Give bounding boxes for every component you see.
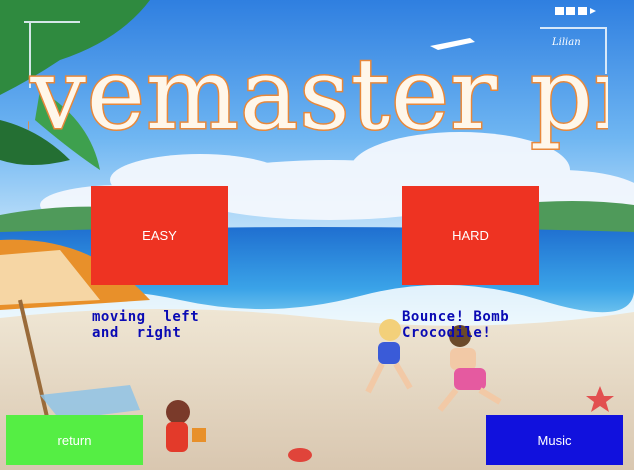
easy-button[interactable]: EASY: [91, 186, 228, 285]
artist-signature: Lilian: [552, 37, 581, 48]
easy-button-label: EASY: [142, 228, 177, 243]
easy-description: moving left and right: [92, 309, 200, 341]
music-button[interactable]: Music: [486, 415, 623, 465]
music-button-label: Music: [537, 432, 572, 448]
hard-description: Bounce! Bomb Crocodile!: [402, 309, 510, 341]
hard-button[interactable]: HARD: [402, 186, 539, 285]
game-title: divemaster pro: [28, 37, 608, 154]
game-title-text: divemaster pro: [28, 38, 608, 152]
return-button[interactable]: return: [6, 415, 143, 465]
hard-button-label: HARD: [452, 228, 489, 243]
return-button-label: return: [57, 432, 92, 448]
